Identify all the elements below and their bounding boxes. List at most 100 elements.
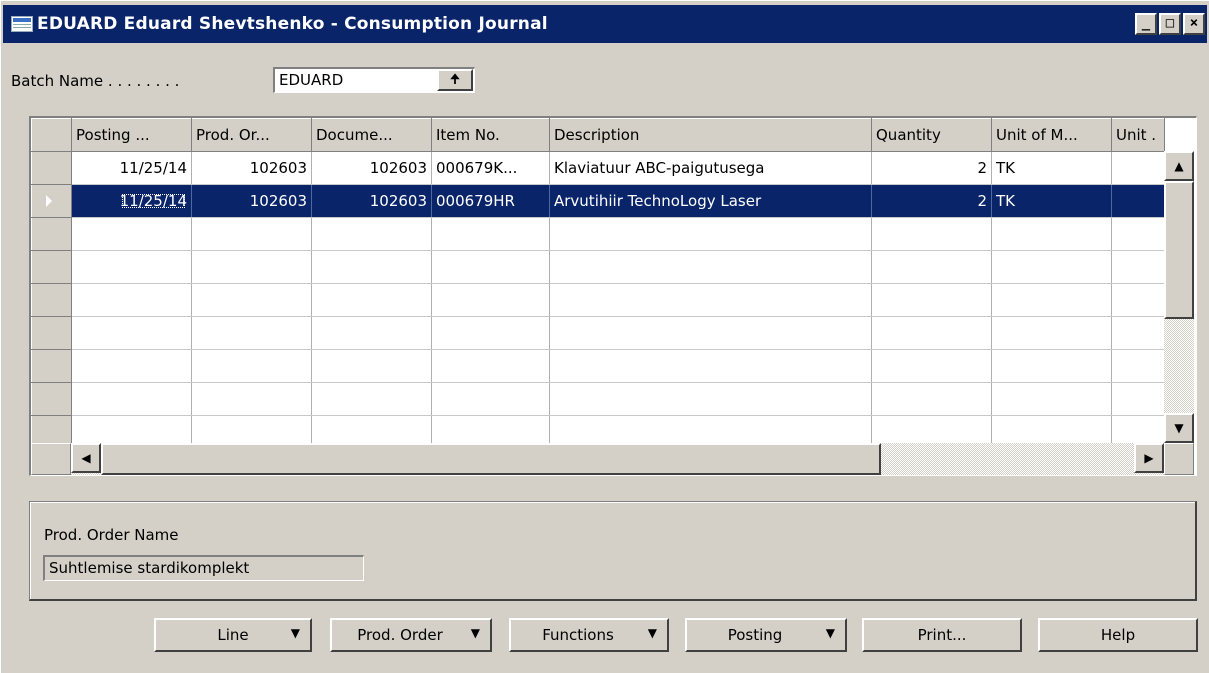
- cell-description[interactable]: Klaviatuur ABC-paigutusega: [549, 151, 872, 185]
- empty-cell[interactable]: [549, 316, 872, 350]
- cell-item-no[interactable]: 000679K...: [431, 151, 550, 185]
- empty-cell[interactable]: [191, 283, 312, 317]
- table-row-empty[interactable]: [31, 349, 1165, 383]
- empty-cell[interactable]: [431, 217, 550, 251]
- empty-cell[interactable]: [431, 283, 550, 317]
- cell-description[interactable]: Arvutihiir TechnoLogy Laser: [549, 184, 872, 218]
- empty-cell[interactable]: [1111, 316, 1165, 350]
- horizontal-scroll-thumb[interactable]: [101, 443, 881, 475]
- empty-cell[interactable]: [871, 283, 992, 317]
- horizontal-scrollbar[interactable]: ◀ ▶: [71, 443, 1164, 475]
- empty-cell[interactable]: [1111, 250, 1165, 284]
- column-header-posting-date[interactable]: Posting ...: [71, 118, 192, 152]
- empty-cell[interactable]: [311, 316, 432, 350]
- table-row-empty[interactable]: [31, 382, 1165, 416]
- empty-cell[interactable]: [549, 250, 872, 284]
- maximize-button[interactable]: □: [1159, 13, 1181, 35]
- empty-cell[interactable]: [431, 316, 550, 350]
- empty-cell[interactable]: [1111, 382, 1165, 416]
- scroll-up-button[interactable]: ▲: [1164, 151, 1194, 181]
- prod-order-menu-button[interactable]: Prod. Order ▼: [330, 618, 492, 652]
- minimize-button[interactable]: _: [1135, 13, 1157, 35]
- table-row-selected[interactable]: 11/25/14 102603 102603 000679HR Arvutihi…: [31, 184, 1165, 218]
- scroll-down-button[interactable]: ▼: [1164, 413, 1194, 443]
- column-header-document[interactable]: Docume...: [311, 118, 432, 152]
- empty-cell[interactable]: [311, 283, 432, 317]
- empty-cell[interactable]: [431, 349, 550, 383]
- row-selector[interactable]: [31, 283, 72, 317]
- batch-lookup-button[interactable]: 🠉: [437, 69, 473, 91]
- empty-cell[interactable]: [191, 250, 312, 284]
- row-selector[interactable]: [31, 349, 72, 383]
- empty-cell[interactable]: [71, 283, 192, 317]
- empty-cell[interactable]: [1111, 217, 1165, 251]
- close-button[interactable]: ×: [1183, 13, 1205, 35]
- empty-cell[interactable]: [431, 382, 550, 416]
- title-bar[interactable]: EDUARD Eduard Shevtshenko - Consumption …: [3, 5, 1207, 43]
- cell-item-no[interactable]: 000679HR: [431, 184, 550, 218]
- empty-cell[interactable]: [191, 382, 312, 416]
- empty-cell[interactable]: [71, 382, 192, 416]
- empty-cell[interactable]: [549, 349, 872, 383]
- row-selector[interactable]: [31, 316, 72, 350]
- help-button[interactable]: Help: [1038, 618, 1198, 652]
- journal-lines-grid[interactable]: Posting ... Prod. Or... Docume... Item N…: [29, 116, 1197, 476]
- column-header-prod-order[interactable]: Prod. Or...: [191, 118, 312, 152]
- empty-cell[interactable]: [1111, 283, 1165, 317]
- table-row-empty[interactable]: [31, 283, 1165, 317]
- empty-cell[interactable]: [311, 382, 432, 416]
- vertical-scrollbar[interactable]: ▲ ▼: [1164, 151, 1194, 443]
- table-row-empty[interactable]: [31, 250, 1165, 284]
- empty-cell[interactable]: [71, 217, 192, 251]
- column-header-description[interactable]: Description: [549, 118, 872, 152]
- empty-cell[interactable]: [871, 382, 992, 416]
- print-button[interactable]: Print...: [862, 618, 1022, 652]
- row-selector[interactable]: [31, 217, 72, 251]
- column-header-quantity[interactable]: Quantity: [871, 118, 992, 152]
- empty-cell[interactable]: [871, 250, 992, 284]
- empty-cell[interactable]: [991, 382, 1112, 416]
- empty-cell[interactable]: [1111, 349, 1165, 383]
- empty-cell[interactable]: [191, 316, 312, 350]
- empty-cell[interactable]: [549, 382, 872, 416]
- column-header-unit-of-measure[interactable]: Unit of M...: [991, 118, 1112, 152]
- empty-cell[interactable]: [549, 283, 872, 317]
- empty-cell[interactable]: [311, 250, 432, 284]
- cell-unit-of-measure[interactable]: TK: [991, 184, 1112, 218]
- scroll-left-button[interactable]: ◀: [71, 443, 101, 473]
- empty-cell[interactable]: [991, 316, 1112, 350]
- cell-unit[interactable]: [1111, 184, 1165, 218]
- table-row[interactable]: 11/25/14 102603 102603 000679K... Klavia…: [31, 151, 1165, 185]
- table-row-empty[interactable]: [31, 217, 1165, 251]
- cell-prod-order[interactable]: 102603: [191, 184, 312, 218]
- column-header-item-no[interactable]: Item No.: [431, 118, 550, 152]
- empty-cell[interactable]: [871, 316, 992, 350]
- table-row-empty[interactable]: [31, 316, 1165, 350]
- row-selector[interactable]: [31, 151, 72, 185]
- cell-posting-date[interactable]: 11/25/14: [71, 151, 192, 185]
- empty-cell[interactable]: [871, 349, 992, 383]
- empty-cell[interactable]: [991, 217, 1112, 251]
- functions-menu-button[interactable]: Functions ▼: [509, 618, 669, 652]
- empty-cell[interactable]: [71, 316, 192, 350]
- cell-document[interactable]: 102603: [311, 151, 432, 185]
- empty-cell[interactable]: [991, 283, 1112, 317]
- row-selector[interactable]: [31, 250, 72, 284]
- row-selector[interactable]: [31, 382, 72, 416]
- empty-cell[interactable]: [71, 349, 192, 383]
- empty-cell[interactable]: [311, 349, 432, 383]
- line-menu-button[interactable]: Line ▼: [154, 618, 312, 652]
- cell-posting-date[interactable]: 11/25/14: [71, 184, 192, 218]
- empty-cell[interactable]: [191, 349, 312, 383]
- cell-quantity[interactable]: 2: [871, 184, 992, 218]
- empty-cell[interactable]: [311, 217, 432, 251]
- empty-cell[interactable]: [871, 217, 992, 251]
- cell-document[interactable]: 102603: [311, 184, 432, 218]
- empty-cell[interactable]: [71, 250, 192, 284]
- row-selector[interactable]: [31, 184, 72, 218]
- empty-cell[interactable]: [549, 217, 872, 251]
- cell-prod-order[interactable]: 102603: [191, 151, 312, 185]
- empty-cell[interactable]: [991, 250, 1112, 284]
- cell-unit[interactable]: [1111, 151, 1165, 185]
- column-header-unit[interactable]: Unit .: [1111, 118, 1165, 152]
